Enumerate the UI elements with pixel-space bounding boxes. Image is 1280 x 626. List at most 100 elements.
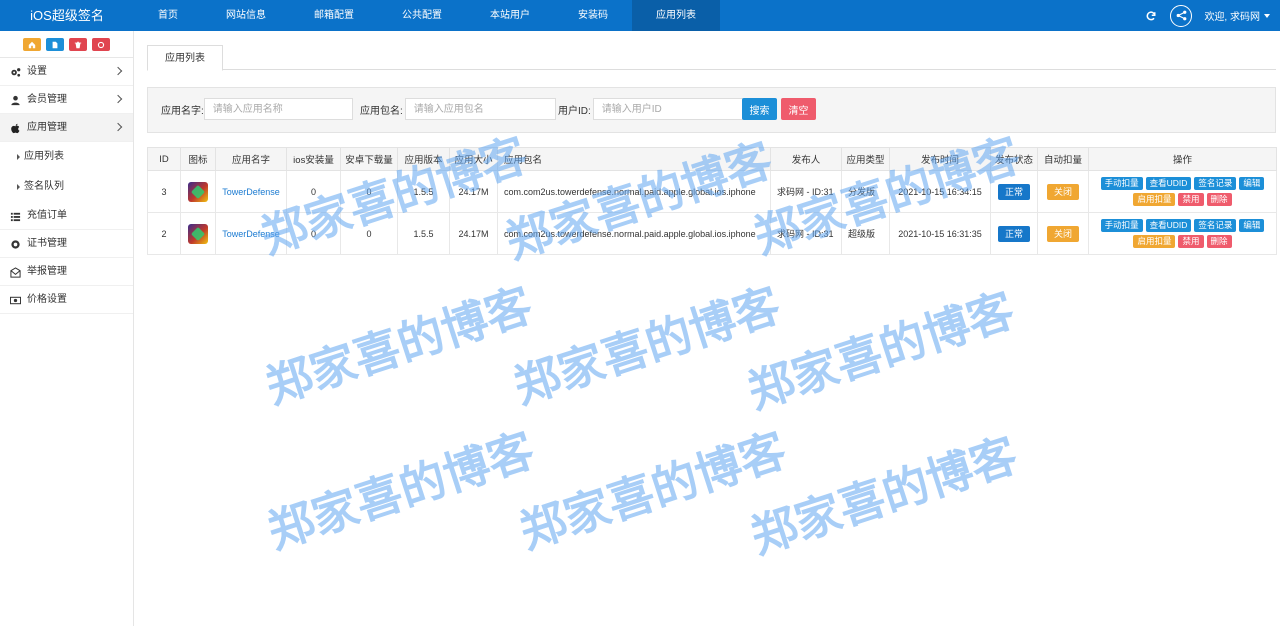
- sidebar-item-pricing[interactable]: 价格设置: [0, 286, 133, 314]
- delete-button[interactable]: 删除: [1206, 235, 1232, 248]
- sidebar-item-recharge-orders[interactable]: 充值订单: [0, 202, 133, 230]
- cell-icon: [180, 212, 216, 255]
- nav-app-list[interactable]: 应用列表: [632, 0, 720, 31]
- recycle-icon[interactable]: [92, 38, 110, 51]
- cell-android-downloads: 0: [340, 170, 398, 213]
- disable-button[interactable]: 禁用: [1178, 235, 1204, 248]
- sidebar-item-label: 证书管理: [27, 238, 67, 249]
- table-row: 3 TowerDefense 0 0 1.5.5 24.17M com.com2…: [147, 170, 1277, 213]
- sidebar-subitem-app-list[interactable]: 应用列表: [0, 142, 133, 172]
- user-id-input[interactable]: [592, 98, 743, 120]
- nav-email-config[interactable]: 邮箱配置: [290, 0, 378, 31]
- cell-ios-installs: 0: [286, 170, 341, 213]
- sidebar-item-app-management[interactable]: 应用管理: [0, 114, 133, 142]
- sign-records-button[interactable]: 签名记录: [1194, 177, 1237, 190]
- sidebar-item-members[interactable]: 会员管理: [0, 86, 133, 114]
- col-header: 应用包名: [497, 147, 771, 171]
- envelope-icon: [9, 266, 21, 278]
- chevron-right-icon: [113, 122, 123, 132]
- manual-deduct-button[interactable]: 手动扣量: [1100, 177, 1143, 190]
- app-name-input[interactable]: [203, 98, 353, 120]
- nav-site-info[interactable]: 网站信息: [202, 0, 290, 31]
- cell-time: 2021-10-15 16:34:15: [889, 170, 991, 213]
- cogs-icon: [9, 66, 21, 78]
- cell-size: 24.17M: [449, 170, 498, 213]
- row-actions: 手动扣量 查看UDID 签名记录 编辑 启用扣量 禁用 删除: [1089, 177, 1276, 206]
- cell-time: 2021-10-15 16:31:35: [889, 212, 991, 255]
- sidebar-subitem-label: 应用列表: [24, 151, 64, 162]
- watermark-text: 郑家喜的博客: [744, 427, 1024, 565]
- sign-records-button[interactable]: 签名记录: [1194, 219, 1237, 232]
- cell-ios-installs: 0: [286, 212, 341, 255]
- sidebar-item-label: 设置: [27, 66, 47, 77]
- search-field-user-id: 用户ID:: [558, 98, 743, 120]
- delete-button[interactable]: 删除: [1206, 193, 1232, 206]
- sidebar-item-label: 应用管理: [27, 122, 67, 133]
- app-icon: [188, 223, 208, 244]
- col-header: 发布人: [770, 147, 842, 171]
- sidebar-subitem-label: 签名队列: [24, 181, 64, 192]
- share-icon[interactable]: [1170, 4, 1193, 27]
- enable-deduct-button[interactable]: 启用扣量: [1133, 193, 1176, 206]
- tab-app-list[interactable]: 应用列表: [147, 45, 223, 71]
- cell-icon: [180, 170, 216, 213]
- cell-version: 1.5.5: [397, 170, 450, 213]
- search-button[interactable]: 搜索: [742, 98, 777, 120]
- sidebar-subitem-sign-queue[interactable]: 签名队列: [0, 172, 133, 202]
- edit-button[interactable]: 编辑: [1239, 177, 1265, 190]
- home-icon[interactable]: [23, 38, 41, 51]
- nav-install-code[interactable]: 安装码: [554, 0, 632, 31]
- cert-icon: [9, 238, 21, 250]
- bundle-input[interactable]: [404, 98, 556, 120]
- file-icon[interactable]: [46, 38, 64, 51]
- col-header: 应用大小: [449, 147, 498, 171]
- edit-button[interactable]: 编辑: [1239, 219, 1265, 232]
- app-name-link[interactable]: TowerDefense: [222, 187, 280, 197]
- user-icon: [9, 94, 21, 106]
- cell-android-downloads: 0: [340, 212, 398, 255]
- cell-publisher: 求码网 - ID:31: [770, 170, 842, 213]
- enable-deduct-button[interactable]: 启用扣量: [1133, 235, 1176, 248]
- sidebar-item-label: 举报管理: [27, 266, 67, 277]
- app-name-link[interactable]: TowerDefense: [222, 229, 280, 239]
- refresh-icon[interactable]: [1144, 9, 1158, 23]
- app-table: ID 图标 应用名字 ios安装量 安卓下载量 应用版本 应用大小 应用包名 发…: [147, 147, 1277, 255]
- clear-button[interactable]: 清空: [781, 98, 816, 120]
- bundle-label: 应用包名:: [360, 105, 403, 117]
- caret-down-icon: [1264, 13, 1270, 18]
- cell-id: 2: [147, 212, 181, 255]
- watermark-text: 郑家喜的博客: [259, 277, 539, 415]
- cell-size: 24.17M: [449, 212, 498, 255]
- auto-deduct-badge[interactable]: 关闭: [1046, 225, 1079, 242]
- watermark-text: 郑家喜的博客: [507, 277, 787, 415]
- view-udid-button[interactable]: 查看UDID: [1145, 219, 1192, 232]
- disable-button[interactable]: 禁用: [1178, 193, 1204, 206]
- cell-publisher: 求码网 - ID:31: [770, 212, 842, 255]
- list-icon: [9, 210, 21, 222]
- trash-icon[interactable]: [69, 38, 87, 51]
- nav-site-users[interactable]: 本站用户: [466, 0, 554, 31]
- auto-deduct-badge[interactable]: 关闭: [1046, 183, 1079, 200]
- view-udid-button[interactable]: 查看UDID: [1145, 177, 1192, 190]
- row-actions: 手动扣量 查看UDID 签名记录 编辑 启用扣量 禁用 删除: [1089, 219, 1276, 248]
- nav-public-config[interactable]: 公共配置: [378, 0, 466, 31]
- col-header: ios安装量: [286, 147, 341, 171]
- search-field-app-name: 应用名字:: [161, 98, 353, 120]
- status-badge[interactable]: 正常: [997, 183, 1030, 200]
- chevron-right-icon: [113, 94, 123, 104]
- manual-deduct-button[interactable]: 手动扣量: [1100, 219, 1143, 232]
- sidebar-item-reports[interactable]: 举报管理: [0, 258, 133, 286]
- cell-bundle: com.com2us.towerdefense.normal.paid.appl…: [497, 212, 771, 255]
- nav-home[interactable]: 首页: [134, 0, 202, 31]
- brand-title[interactable]: iOS超级签名: [0, 0, 134, 31]
- col-header: 安卓下载量: [340, 147, 398, 171]
- col-header: 发布状态: [990, 147, 1038, 171]
- sidebar-item-certificates[interactable]: 证书管理: [0, 230, 133, 258]
- app-name-label: 应用名字:: [161, 105, 204, 117]
- table-header-row: ID 图标 应用名字 ios安装量 安卓下载量 应用版本 应用大小 应用包名 发…: [147, 147, 1277, 171]
- status-badge[interactable]: 正常: [997, 225, 1030, 242]
- sidebar-item-settings[interactable]: 设置: [0, 58, 133, 86]
- col-header: 应用名字: [215, 147, 287, 171]
- user-menu[interactable]: 欢迎, 求码网: [1204, 8, 1270, 23]
- apple-icon: [9, 122, 21, 134]
